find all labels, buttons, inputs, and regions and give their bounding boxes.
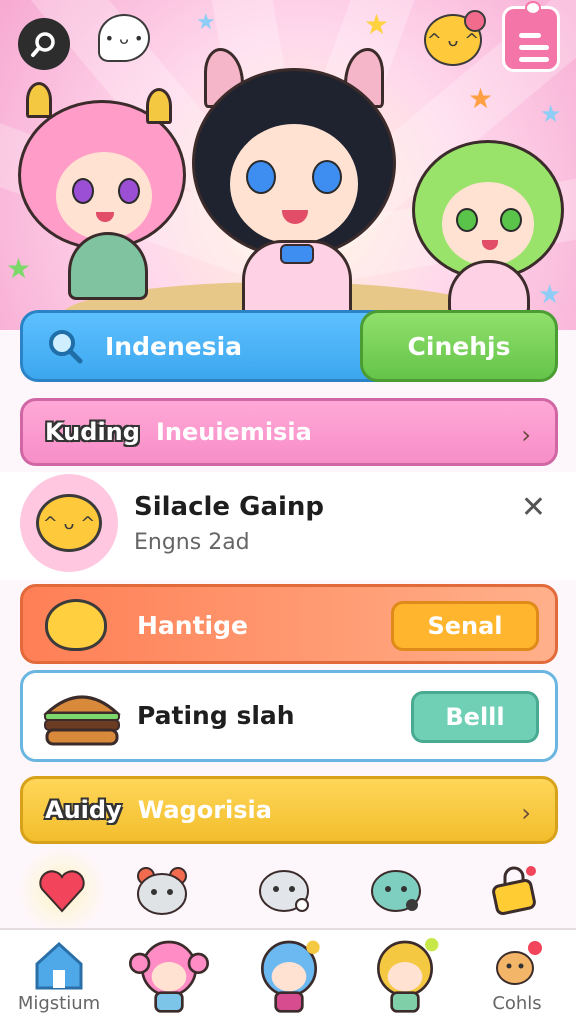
tab-chara-blonde[interactable] (350, 930, 460, 1024)
tab-bar: Migstium Cohls (0, 928, 576, 1024)
notification-title: Silacle Gainp (134, 492, 325, 522)
chara-pink-icon (129, 940, 209, 1013)
category-row-1[interactable]: Kuding Ineuiemisia › (20, 398, 558, 466)
chevron-right-icon: › (521, 421, 531, 449)
star-icon: ★ (468, 82, 494, 115)
cat-face-icon (45, 599, 107, 651)
lock-icon[interactable] (484, 860, 544, 920)
promo-row-orange: Hantige Senal (20, 584, 558, 664)
promo-white-button[interactable]: Belll (411, 691, 539, 743)
notification-subtitle: Engns 2ad (134, 530, 250, 555)
chevron-right-icon: › (521, 799, 531, 827)
promo-label: Hantige (137, 611, 248, 640)
search-input[interactable]: Indenesia (20, 310, 410, 382)
hero-banner: ★ ★ ★ ★ ★ ★ • ᴗ • ^ ᴗ ^ (0, 0, 576, 330)
document-icon[interactable] (502, 1, 560, 72)
search-bar: Indenesia Cinehjs (20, 310, 558, 382)
home-icon (35, 941, 83, 990)
chara-blue-icon (261, 940, 320, 1013)
promo-row-white: Pating slah Belll (20, 670, 558, 762)
character-pink-haired-girl (18, 82, 188, 302)
chara-blonde-icon (377, 938, 439, 1013)
icon-strip (0, 846, 576, 934)
tab-chara-pink[interactable] (114, 930, 224, 1024)
ghost-face-icon[interactable] (254, 860, 314, 920)
mascot-icon (496, 941, 542, 985)
ghost-bubble-icon[interactable]: • ᴗ • (98, 14, 150, 62)
magnifier-icon (49, 330, 83, 364)
category-label: Ineuiemisia (155, 418, 312, 446)
promo-label: Pating slah (137, 701, 295, 730)
character-green-haired-girl (408, 126, 568, 316)
tab-label: Cohls (492, 993, 542, 1014)
notification-card[interactable]: ^ ᴗ ^ Silacle Gainp Engns 2ad ✕ (0, 472, 576, 580)
tab-label: Migstium (17, 993, 101, 1014)
bear-face-icon[interactable] (132, 860, 192, 920)
heart-icon[interactable] (18, 846, 106, 934)
smile-bubble-icon: ^ ᴗ ^ (36, 494, 102, 552)
character-black-haired-catgirl (184, 48, 404, 318)
promo-orange-button[interactable]: Senal (391, 601, 539, 651)
tab-mascot[interactable]: Cohls (462, 930, 572, 1024)
category-tag: Auidy (45, 796, 122, 824)
burger-icon (43, 695, 121, 746)
tab-chara-blue[interactable] (234, 930, 344, 1024)
close-icon[interactable]: ✕ (521, 490, 546, 525)
search-value: Indenesia (105, 331, 243, 361)
category-row-2[interactable]: Auidy Wagorisia › (20, 776, 558, 844)
category-tag: Kuding (45, 418, 140, 446)
search-button[interactable]: Cinehjs (360, 310, 558, 382)
star-icon: ★ (540, 100, 562, 128)
slime-face-icon[interactable] (366, 860, 426, 920)
smile-bubble-icon[interactable]: ^ ᴗ ^ (424, 10, 486, 66)
tab-home[interactable]: Migstium (4, 930, 114, 1024)
avatar: ^ ᴗ ^ (20, 474, 118, 572)
star-icon: ★ (364, 8, 390, 41)
search-icon[interactable] (18, 18, 70, 70)
star-icon: ★ (196, 10, 216, 35)
category-label: Wagorisia (137, 796, 272, 824)
